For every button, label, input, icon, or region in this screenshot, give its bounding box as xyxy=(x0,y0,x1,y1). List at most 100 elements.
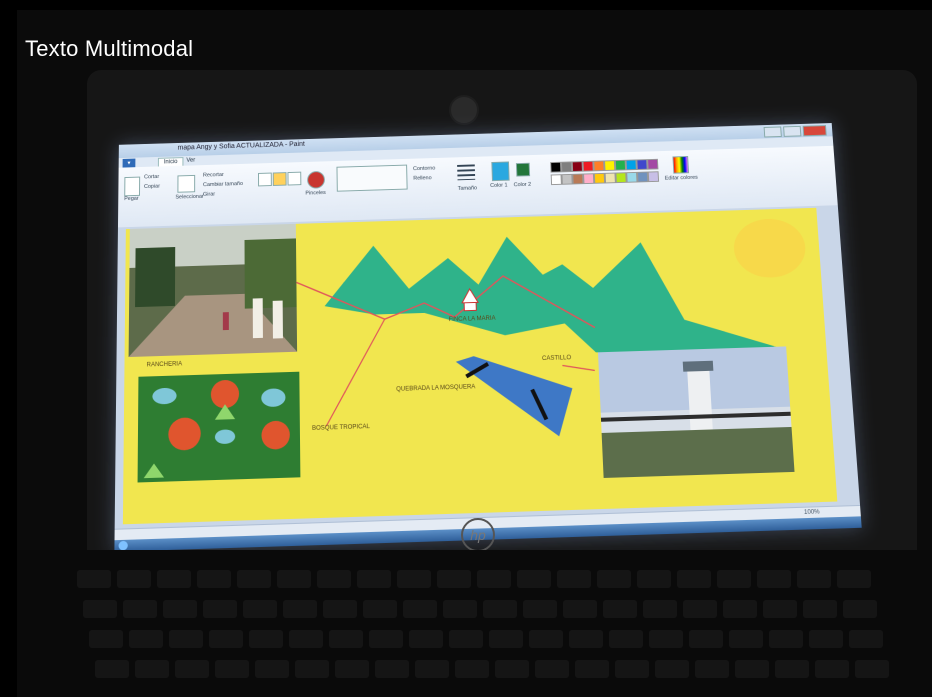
slide-title: Texto Multimodal xyxy=(25,36,194,61)
minimize-button[interactable] xyxy=(763,126,782,138)
keyboard-key xyxy=(123,600,157,618)
keyboard-key xyxy=(449,630,483,648)
palette-swatch[interactable] xyxy=(583,173,595,185)
keyboard-key xyxy=(637,570,671,588)
keyboard-key xyxy=(443,600,477,618)
keyboard-key xyxy=(843,600,877,618)
palette-swatch[interactable] xyxy=(561,173,573,185)
pencil-icon[interactable] xyxy=(258,172,272,187)
copy-label[interactable]: Copiar xyxy=(144,184,160,190)
palette-swatch[interactable] xyxy=(593,172,606,184)
keyboard-key xyxy=(517,570,551,588)
cut-label[interactable]: Cortar xyxy=(144,174,159,180)
tab-ver[interactable]: Ver xyxy=(181,157,200,165)
creek xyxy=(455,353,575,440)
keyboard-key xyxy=(529,630,563,648)
edit-colors-label: Editar colores xyxy=(664,174,698,182)
text-icon[interactable] xyxy=(287,171,302,186)
keyboard-key xyxy=(169,630,203,648)
keyboard-key xyxy=(163,600,197,618)
palette-swatch[interactable] xyxy=(636,171,649,183)
paste-icon[interactable] xyxy=(124,176,141,197)
keyboard-key xyxy=(409,630,443,648)
keyboard-key xyxy=(769,630,803,648)
keyboard-key xyxy=(283,600,317,618)
keyboard-key xyxy=(437,570,471,588)
keyboard-key xyxy=(649,630,683,648)
keyboard-key xyxy=(689,630,723,648)
keyboard-key xyxy=(643,600,677,618)
size-label: Tamaño xyxy=(457,185,478,192)
keyboard-key xyxy=(597,570,631,588)
keyboard-key xyxy=(203,600,237,618)
keyboard-key xyxy=(695,660,729,678)
keyboard-key xyxy=(455,660,489,678)
keyboard-key xyxy=(797,570,831,588)
keyboard-key xyxy=(849,630,883,648)
palette-swatch[interactable] xyxy=(560,161,573,173)
palette-swatch[interactable] xyxy=(614,159,627,171)
edit-colors-icon[interactable] xyxy=(672,155,690,174)
keyboard-key xyxy=(815,660,849,678)
palette-swatch[interactable] xyxy=(615,172,627,184)
keyboard-key xyxy=(809,630,843,648)
keyboard-key xyxy=(323,600,357,618)
keyboard-key xyxy=(609,630,643,648)
keyboard-key xyxy=(477,570,511,588)
keyboard-key xyxy=(243,600,277,618)
select-icon[interactable] xyxy=(177,174,196,193)
window-controls xyxy=(763,125,827,138)
map-drawing xyxy=(128,217,808,483)
close-button[interactable] xyxy=(802,125,827,137)
palette-swatch[interactable] xyxy=(626,171,638,183)
drawing-canvas[interactable]: RANCHERIA FINCA LA MARIA QUEBRADA LA MOS… xyxy=(122,207,838,525)
keyboard-key xyxy=(489,630,523,648)
size-icon[interactable] xyxy=(457,164,476,181)
keyboard-key xyxy=(289,630,323,648)
paste-label: Pegar xyxy=(124,195,139,203)
palette-swatch[interactable] xyxy=(550,174,562,186)
keyboard-key xyxy=(723,600,757,618)
palette-swatch[interactable] xyxy=(604,172,616,184)
crop-label[interactable]: Recortar xyxy=(203,172,224,178)
resize-label[interactable]: Cambiar tamaño xyxy=(203,181,243,188)
keyboard-key xyxy=(369,630,403,648)
palette-swatch[interactable] xyxy=(550,161,562,173)
color2-label: Color 2 xyxy=(513,181,532,189)
palette-swatch[interactable] xyxy=(593,160,605,172)
rotate-label[interactable]: Girar xyxy=(203,192,215,198)
keyboard-key xyxy=(363,600,397,618)
palette-swatch[interactable] xyxy=(571,161,583,172)
keyboard-key xyxy=(397,570,431,588)
brushes-label: Pinceles xyxy=(305,190,326,197)
keyboard-key xyxy=(317,570,351,588)
brush-icon[interactable] xyxy=(307,170,325,189)
webcam xyxy=(449,95,479,125)
palette-swatch[interactable] xyxy=(647,158,659,170)
keyboard-key xyxy=(563,600,597,618)
color1-swatch[interactable] xyxy=(491,161,510,182)
hp-logo: hp xyxy=(461,518,495,552)
shapes-gallery[interactable] xyxy=(336,164,408,192)
maximize-button[interactable] xyxy=(783,125,802,137)
palette-swatch[interactable] xyxy=(625,159,637,171)
palette-swatch[interactable] xyxy=(636,159,648,170)
palette-swatch[interactable] xyxy=(647,171,660,183)
color2-swatch[interactable] xyxy=(515,162,531,177)
palette-swatch[interactable] xyxy=(604,160,616,171)
outline-label[interactable]: Contorno xyxy=(413,166,435,172)
palette-swatch[interactable] xyxy=(572,173,584,185)
fill-label[interactable]: Relleno xyxy=(413,175,431,181)
castle-caption: CASTILLO xyxy=(541,355,572,363)
keyboard-key xyxy=(557,570,591,588)
ranch-picture xyxy=(137,371,301,483)
keyboard-key xyxy=(837,570,871,588)
keyboard-key xyxy=(209,630,243,648)
sun xyxy=(732,217,808,279)
keyboard-key xyxy=(569,630,603,648)
color-palette[interactable] xyxy=(550,158,660,186)
keyboard-key xyxy=(523,600,557,618)
fill-icon[interactable] xyxy=(272,172,287,186)
palette-swatch[interactable] xyxy=(582,160,594,172)
keyboard-key xyxy=(403,600,437,618)
